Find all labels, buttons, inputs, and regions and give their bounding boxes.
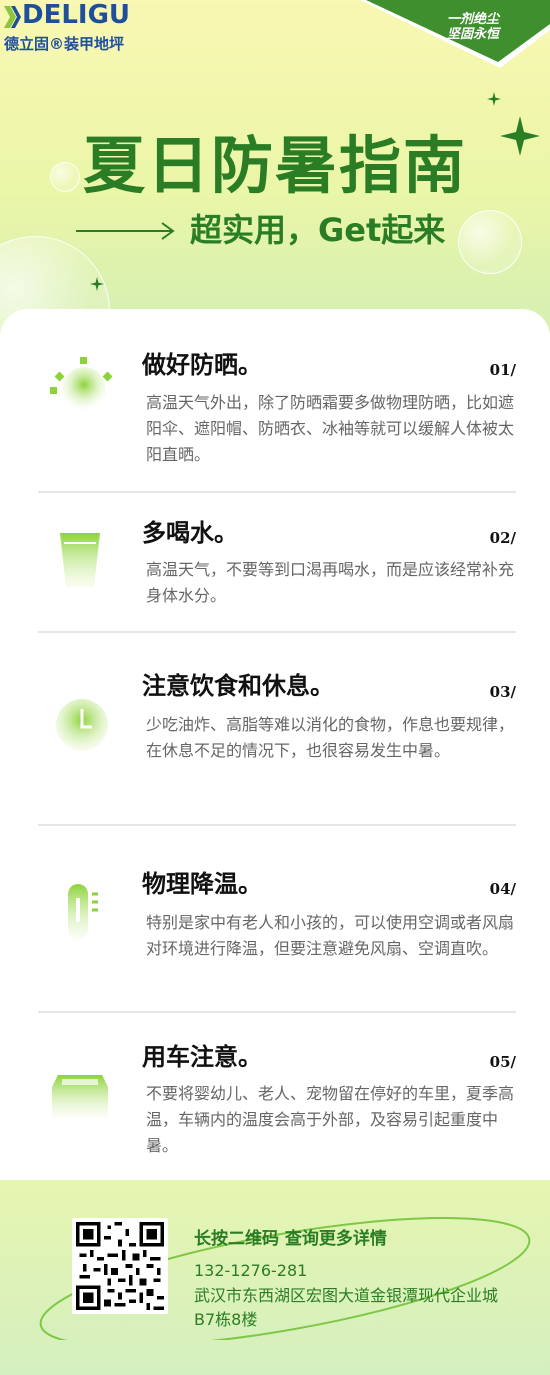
contact-footer: 长按二维码 查询更多详情 132-1276-281 武汉市东西湖区宏图大道金银潭…: [0, 1180, 550, 1375]
sparkle-icon: [487, 92, 501, 106]
tips-card: 做好防晒。 01/ 高温天气外出，除了防晒霜要多做物理防晒，比如遮阳伞、遮阳帽、…: [0, 309, 550, 1189]
thermometer-icon: [68, 884, 98, 940]
tip-title: 做好防晒。: [142, 350, 262, 379]
cup-icon: [60, 533, 100, 587]
qr-hint: 长按二维码 查询更多详情: [194, 1229, 387, 1249]
tip-body: 高温天气，不要等到口渴再喝水，而是应该经常补充身体水分。: [146, 560, 515, 605]
slogan-text: 一剂绝尘 坚固永恒: [418, 12, 528, 42]
tip-body: 高温天气外出，除了防晒霜要多做物理防晒，比如遮阳伞、遮阳帽、防晒衣、冰袖等就可以…: [146, 393, 515, 464]
tip-item: 物理降温。 04/ 特别是家中有老人和小孩的，可以使用空调或者风扇对环境进行降温…: [38, 824, 516, 1009]
decorative-bubble: [458, 210, 522, 274]
tip-number: 02/: [489, 529, 516, 547]
slogan-line-2: 坚固永恒: [446, 27, 499, 42]
page-title: 夏日防暑指南: [82, 129, 467, 202]
poster: DELIGU 德立固®装甲地坪 一剂绝尘 坚固永恒 夏日防暑指南 超实用，Get…: [0, 0, 550, 1375]
car-icon: [52, 1075, 108, 1117]
arrow-right-icon: [76, 222, 175, 240]
tip-item: 注意饮食和休息。 03/ 少吃油炸、高脂等难以消化的食物，作息也要规律，在休息不…: [38, 631, 516, 827]
contact-address: 武汉市东西湖区宏图大道金银潭现代企业城B7栋8楼: [194, 1286, 499, 1329]
sun-icon: [50, 357, 112, 411]
brand-name-cn: 德立固®装甲地坪: [4, 35, 125, 53]
tip-number: 05/: [489, 1053, 516, 1071]
contact-phone[interactable]: 132-1276-281: [194, 1261, 307, 1280]
tip-number: 01/: [489, 361, 516, 379]
brand-logo: DELIGU 德立固®装甲地坪: [4, 0, 154, 54]
qr-code[interactable]: [72, 1218, 168, 1314]
tip-body: 特别是家中有老人和小孩的，可以使用空调或者风扇对环境进行降温，但要注意避免风扇、…: [146, 913, 515, 958]
tip-title: 物理降温。: [142, 869, 262, 898]
tip-title: 注意饮食和休息。: [142, 671, 334, 700]
clock-icon: [56, 699, 108, 751]
sparkle-icon: [90, 277, 104, 291]
tip-body: 不要将婴幼儿、老人、宠物留在停好的车里，夏季高温，车辆内的温度会高于外部，及容易…: [146, 1084, 515, 1155]
page-subtitle: 超实用，Get起来: [190, 211, 446, 249]
brand-name-en: DELIGU: [22, 0, 131, 30]
tip-item: 做好防晒。 01/ 高温天气外出，除了防晒霜要多做物理防晒，比如遮阳伞、遮阳帽、…: [38, 309, 516, 494]
brand-chevron-icon: [4, 6, 21, 28]
tip-body: 少吃油炸、高脂等难以消化的食物，作息也要规律，在休息不足的情况下，也很容易发生中…: [146, 715, 515, 760]
tip-number: 04/: [489, 880, 516, 898]
tip-item: 多喝水。 02/ 高温天气，不要等到口渴再喝水，而是应该经常补充身体水分。: [38, 491, 516, 631]
tip-title: 用车注意。: [142, 1042, 262, 1071]
tip-title: 多喝水。: [142, 518, 238, 547]
qr-code-image: [76, 1222, 164, 1310]
slogan-line-1: 一剂绝尘: [446, 12, 499, 27]
tip-number: 03/: [489, 683, 516, 701]
tip-item: 用车注意。 05/ 不要将婴幼儿、老人、宠物留在停好的车里，夏季高温，车辆内的温…: [38, 1011, 516, 1189]
